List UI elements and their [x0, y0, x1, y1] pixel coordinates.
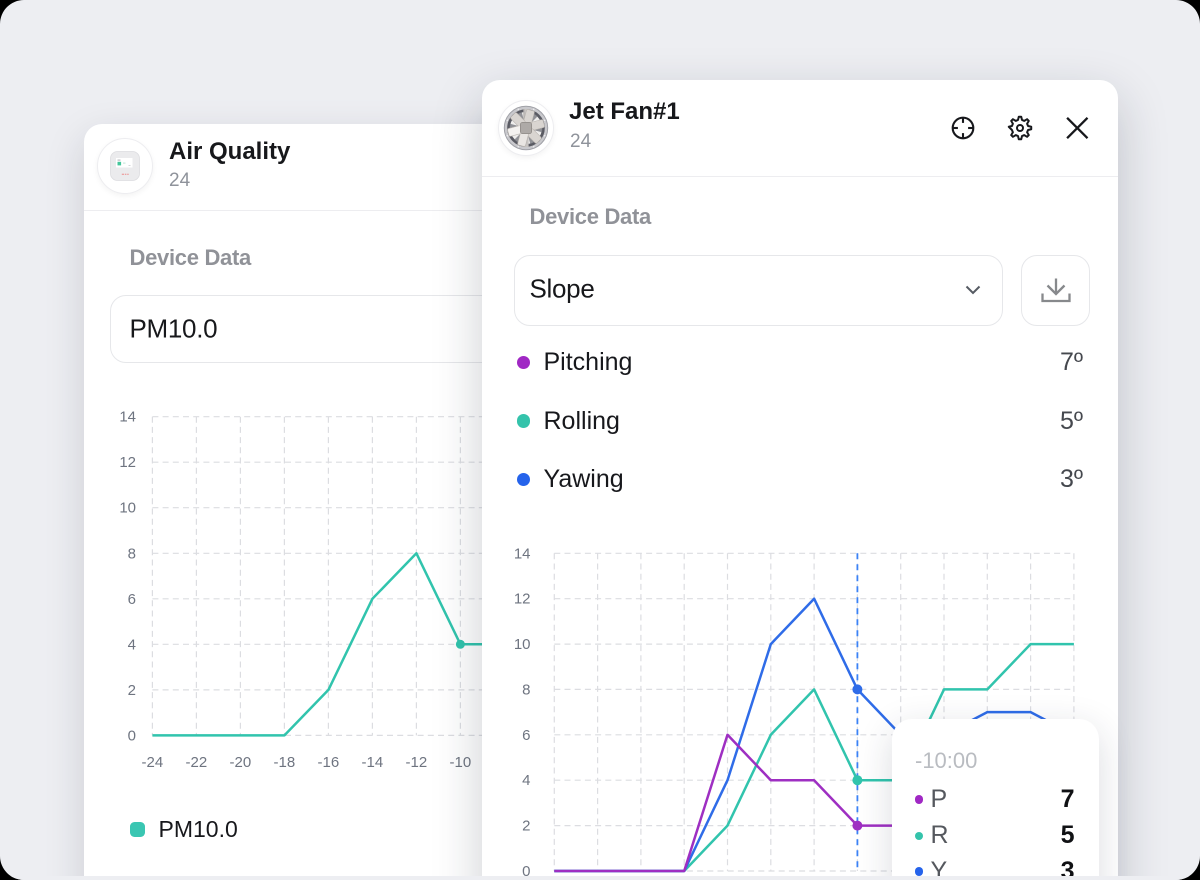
svg-text:0: 0 [128, 727, 136, 744]
svg-text:-18: -18 [274, 754, 296, 771]
svg-text:6: 6 [128, 591, 136, 608]
svg-text:-20: -20 [230, 754, 252, 771]
svg-text:4: 4 [128, 636, 136, 653]
svg-text:12: 12 [514, 591, 531, 608]
svg-text:-10: -10 [450, 754, 472, 771]
svg-text:14: 14 [119, 409, 136, 426]
svg-text:10: 10 [514, 636, 531, 653]
svg-text:14: 14 [514, 545, 531, 562]
svg-text:-16: -16 [318, 754, 340, 771]
svg-text:-12: -12 [406, 754, 428, 771]
svg-text:6: 6 [522, 727, 530, 744]
svg-text:8: 8 [128, 545, 136, 562]
svg-text:2: 2 [128, 682, 136, 699]
svg-text:2: 2 [522, 818, 530, 835]
svg-text:-22: -22 [186, 754, 208, 771]
svg-text:8: 8 [522, 681, 530, 698]
svg-text:4: 4 [522, 772, 530, 789]
svg-text:12: 12 [119, 454, 136, 471]
svg-text:10: 10 [119, 500, 136, 517]
svg-text:-14: -14 [362, 754, 384, 771]
svg-text:-24: -24 [142, 754, 164, 771]
